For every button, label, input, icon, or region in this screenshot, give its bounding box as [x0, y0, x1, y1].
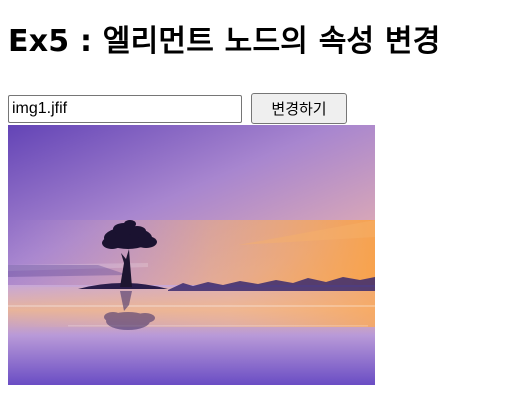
- image-filename-input[interactable]: [8, 95, 242, 123]
- page-title: Ex5 : 엘리먼트 노드의 속성 변경: [8, 24, 441, 59]
- change-button[interactable]: 변경하기: [251, 93, 347, 124]
- sunset-tree-photo: [8, 125, 375, 385]
